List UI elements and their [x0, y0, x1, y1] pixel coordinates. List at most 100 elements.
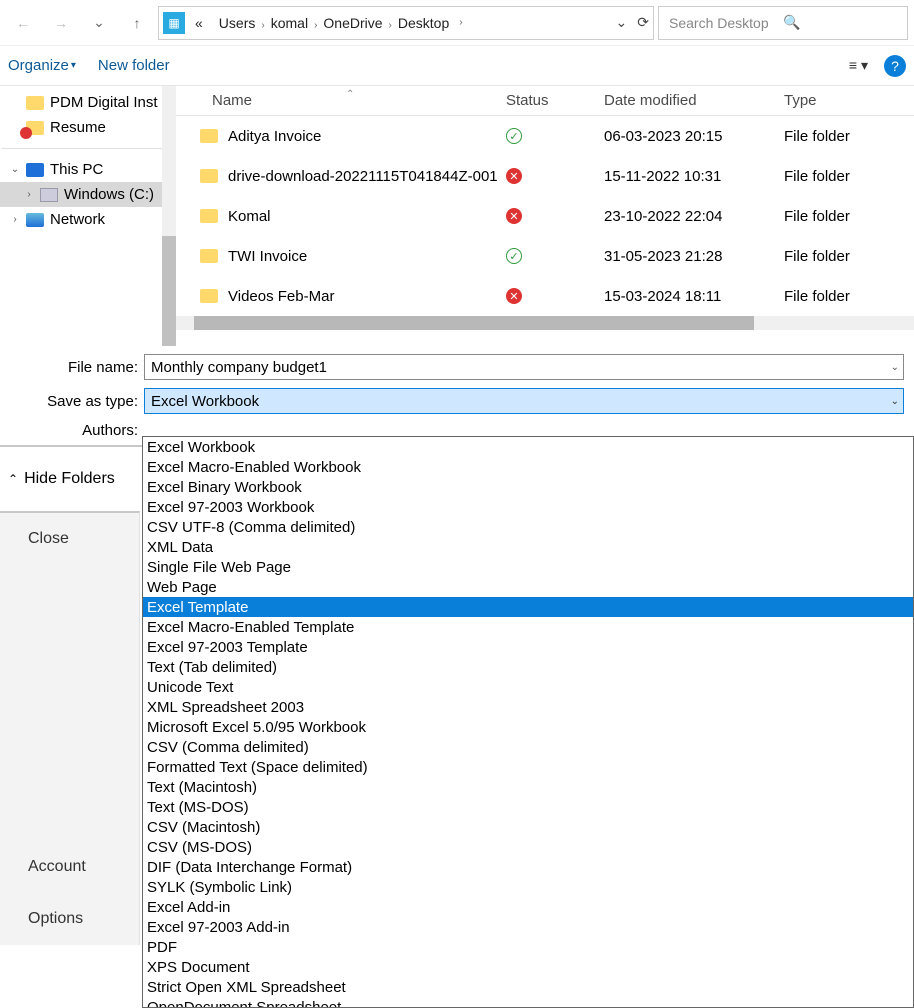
backstage-account[interactable]: Account [0, 841, 139, 893]
tree-item-label: Network [50, 211, 105, 228]
chevron-up-icon: ⌃ [8, 472, 18, 486]
search-input[interactable]: Search Desktop 🔍 [658, 6, 908, 40]
monitor-icon [26, 163, 44, 177]
file-date: 23-10-2022 22:04 [604, 208, 784, 225]
search-icon: 🔍 [783, 14, 897, 31]
forward-button[interactable]: → [44, 6, 78, 40]
address-bar[interactable]: ▦ « Users›komal›OneDrive›Desktop › ⌄ ⟳ [158, 6, 654, 40]
file-list: ⌃ Name Status Date modified Type Aditya … [176, 86, 914, 340]
dropdown-option[interactable]: Microsoft Excel 5.0/95 Workbook [143, 717, 913, 737]
dropdown-option[interactable]: Excel 97-2003 Workbook [143, 497, 913, 517]
dropdown-option[interactable]: Excel Template [143, 597, 913, 617]
main-panel: PDM Digital Inst Resume ⌄ This PC › Wind… [0, 86, 914, 340]
dropdown-option[interactable]: CSV (Macintosh) [143, 817, 913, 837]
file-row[interactable]: Komal✕23-10-2022 22:04File folder [176, 196, 914, 236]
save-fields: File name: Monthly company budget1 ⌄ Sav… [0, 340, 914, 445]
backstage-close[interactable]: Close [0, 513, 139, 565]
file-date: 06-03-2023 20:15 [604, 128, 784, 145]
navigation-tree[interactable]: PDM Digital Inst Resume ⌄ This PC › Wind… [0, 86, 176, 340]
dropdown-option[interactable]: Unicode Text [143, 677, 913, 697]
dropdown-option[interactable]: Excel Add-in [143, 897, 913, 917]
dropdown-option[interactable]: Text (Macintosh) [143, 777, 913, 797]
file-row[interactable]: TWI Invoice✓31-05-2023 21:28File folder [176, 236, 914, 276]
file-type: File folder [784, 128, 914, 145]
new-folder-button[interactable]: New folder [98, 57, 170, 74]
save-as-type-dropdown[interactable]: Excel WorkbookExcel Macro-Enabled Workbo… [142, 436, 914, 1008]
back-button[interactable]: ← [6, 6, 40, 40]
sync-ok-icon: ✓ [506, 128, 522, 144]
tree-item-this-pc[interactable]: ⌄ This PC [0, 157, 176, 182]
breadcrumb-segment[interactable]: Desktop [392, 13, 455, 33]
dropdown-option[interactable]: Web Page [143, 577, 913, 597]
file-date: 31-05-2023 21:28 [604, 248, 784, 265]
up-button[interactable]: ↑ [120, 6, 154, 40]
tree-item[interactable]: PDM Digital Inst [0, 90, 176, 115]
column-header-date[interactable]: Date modified [604, 92, 784, 109]
dropdown-option[interactable]: Formatted Text (Space delimited) [143, 757, 913, 777]
dropdown-option[interactable]: Text (Tab delimited) [143, 657, 913, 677]
file-date: 15-11-2022 10:31 [604, 168, 784, 185]
sort-ascending-icon: ⌃ [346, 89, 354, 100]
file-type: File folder [784, 208, 914, 225]
breadcrumb-segment[interactable]: komal [265, 13, 314, 33]
save-as-type-combo[interactable]: Excel Workbook ⌄ [144, 388, 904, 414]
view-options-button[interactable]: ≡ ▾ [849, 57, 868, 74]
horizontal-scrollbar[interactable] [176, 316, 914, 330]
help-icon[interactable]: ? [884, 55, 906, 77]
dropdown-option[interactable]: CSV (Comma delimited) [143, 737, 913, 757]
dropdown-option[interactable]: PDF [143, 937, 913, 957]
breadcrumb-prefix: « [189, 13, 209, 33]
search-placeholder: Search Desktop [669, 15, 783, 31]
dropdown-option[interactable]: Strict Open XML Spreadsheet [143, 977, 913, 997]
dropdown-option[interactable]: XML Data [143, 537, 913, 557]
history-dropdown-button[interactable]: ⌄ [616, 14, 628, 31]
backstage-options[interactable]: Options [0, 893, 139, 945]
chevron-down-icon[interactable]: ⌄ [891, 396, 899, 407]
tree-item-network[interactable]: › Network [0, 207, 176, 232]
sync-error-icon: ✕ [506, 168, 522, 184]
tree-item[interactable]: Resume [0, 115, 176, 140]
sync-error-icon: ✕ [506, 208, 522, 224]
dropdown-option[interactable]: Excel Binary Workbook [143, 477, 913, 497]
tree-item-label: Resume [50, 119, 106, 136]
chevron-down-icon[interactable]: ⌄ [891, 362, 899, 373]
dropdown-option[interactable]: CSV UTF-8 (Comma delimited) [143, 517, 913, 537]
dropdown-option[interactable]: XML Spreadsheet 2003 [143, 697, 913, 717]
file-name-input[interactable]: Monthly company budget1 ⌄ [144, 354, 904, 380]
network-icon [26, 213, 44, 227]
file-name: Aditya Invoice [228, 128, 321, 145]
dropdown-option[interactable]: Text (MS-DOS) [143, 797, 913, 817]
dropdown-option[interactable]: Excel Macro-Enabled Template [143, 617, 913, 637]
dropdown-option[interactable]: Excel 97-2003 Add-in [143, 917, 913, 937]
file-row[interactable]: drive-download-20221115T041844Z-001✕15-1… [176, 156, 914, 196]
folder-icon [26, 96, 44, 110]
save-as-type-value: Excel Workbook [151, 393, 259, 410]
dropdown-option[interactable]: OpenDocument Spreadsheet [143, 997, 913, 1008]
file-row[interactable]: Videos Feb-Mar✕15-03-2024 18:11File fold… [176, 276, 914, 316]
tree-item-label: PDM Digital Inst [50, 94, 158, 111]
location-icon: ▦ [163, 12, 185, 34]
dropdown-option[interactable]: DIF (Data Interchange Format) [143, 857, 913, 877]
breadcrumb-segment[interactable]: OneDrive [317, 13, 388, 33]
tree-scrollbar[interactable] [162, 86, 176, 340]
chevron-right-icon: › [459, 17, 462, 28]
breadcrumb-segment[interactable]: Users [213, 13, 262, 33]
column-headers[interactable]: ⌃ Name Status Date modified Type [176, 86, 914, 116]
dropdown-option[interactable]: SYLK (Symbolic Link) [143, 877, 913, 897]
file-type: File folder [784, 288, 914, 305]
column-header-name[interactable]: ⌃ Name [176, 92, 506, 109]
tree-item-drive[interactable]: › Windows (C:) [0, 182, 176, 207]
column-header-type[interactable]: Type [784, 92, 914, 109]
file-name-value: Monthly company budget1 [151, 359, 327, 376]
file-row[interactable]: Aditya Invoice ✓ 06-03-2023 20:15File fold… [176, 116, 914, 156]
dropdown-option[interactable]: Excel Workbook [143, 437, 913, 457]
dropdown-option[interactable]: XPS Document [143, 957, 913, 977]
dropdown-option[interactable]: Single File Web Page [143, 557, 913, 577]
dropdown-option[interactable]: Excel 97-2003 Template [143, 637, 913, 657]
organize-button[interactable]: Organize ▾ [8, 57, 76, 74]
dropdown-option[interactable]: CSV (MS-DOS) [143, 837, 913, 857]
dropdown-option[interactable]: Excel Macro-Enabled Workbook [143, 457, 913, 477]
refresh-button[interactable]: ⟳ [637, 14, 649, 31]
column-header-status[interactable]: Status [506, 92, 604, 109]
recent-locations-button[interactable]: ⌄ [82, 6, 116, 40]
